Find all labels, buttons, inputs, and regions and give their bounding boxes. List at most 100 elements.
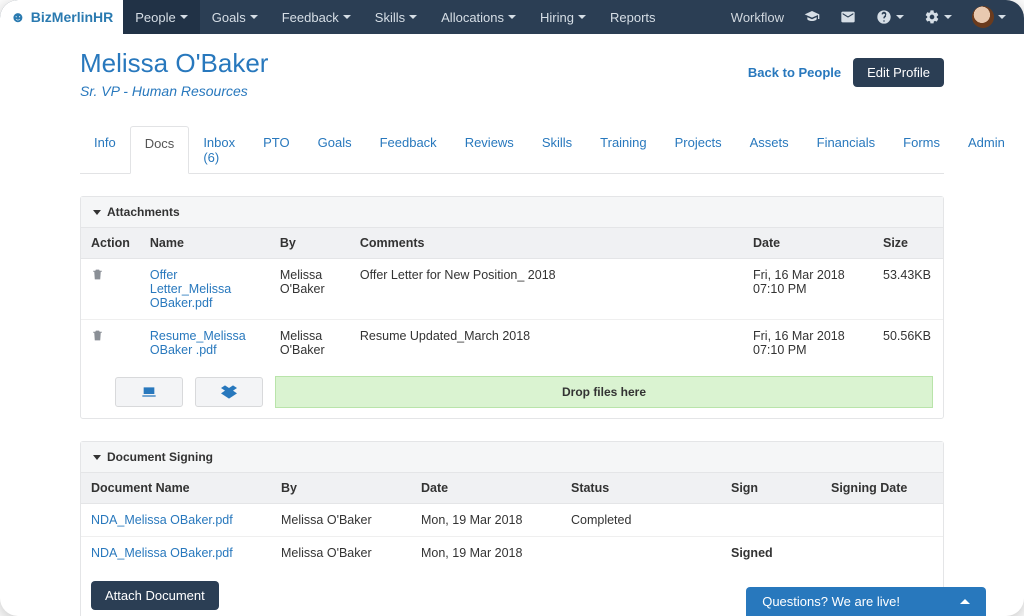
- tab-docs[interactable]: Docs: [130, 126, 190, 174]
- chevron-down-icon: [508, 15, 516, 19]
- tab-projects[interactable]: Projects: [661, 126, 736, 174]
- person-name: Melissa O'Baker: [80, 48, 268, 79]
- chevron-down-icon: [998, 15, 1006, 19]
- gear-icon[interactable]: [914, 0, 962, 34]
- laptop-icon: [138, 384, 160, 400]
- chevron-down-icon: [896, 15, 904, 19]
- brand-icon: ☻: [10, 9, 26, 26]
- user-avatar[interactable]: [962, 0, 1016, 34]
- th-date: Date: [411, 473, 561, 504]
- top-navbar: ☻ BizMerlinHR People Goals Feedback Skil…: [0, 0, 1024, 34]
- upload-computer-button[interactable]: [115, 377, 183, 407]
- th-name: Name: [140, 228, 270, 259]
- attach-document-button[interactable]: Attach Document: [91, 581, 219, 610]
- nav-workflow[interactable]: Workflow: [721, 0, 794, 34]
- cell-signing-date: [821, 537, 943, 570]
- mail-icon[interactable]: [830, 0, 866, 34]
- th-by: By: [270, 228, 350, 259]
- tab-goals[interactable]: Goals: [304, 126, 366, 174]
- cell-by: Melissa O'Baker: [271, 504, 411, 537]
- file-link[interactable]: NDA_Melissa OBaker.pdf: [91, 546, 233, 560]
- tab-skills[interactable]: Skills: [528, 126, 586, 174]
- tab-assets[interactable]: Assets: [736, 126, 803, 174]
- tab-inbox[interactable]: Inbox (6): [189, 126, 249, 174]
- file-link[interactable]: Offer Letter_Melissa OBaker.pdf: [150, 268, 231, 310]
- th-comments: Comments: [350, 228, 743, 259]
- trash-icon[interactable]: [91, 331, 104, 345]
- cell-date: Mon, 19 Mar 2018: [411, 504, 561, 537]
- tab-financials[interactable]: Financials: [803, 126, 890, 174]
- tab-admin[interactable]: Admin: [954, 126, 1019, 174]
- nav-left: People Goals Feedback Skills Allocations…: [123, 0, 667, 34]
- attachments-panel: Attachments Action Name By Comments Date…: [80, 196, 944, 419]
- nav-allocations[interactable]: Allocations: [429, 0, 528, 34]
- content-area: Melissa O'Baker Sr. VP - Human Resources…: [0, 34, 1024, 616]
- file-link[interactable]: Resume_Melissa OBaker .pdf: [150, 329, 246, 357]
- th-signing-date: Signing Date: [821, 473, 943, 504]
- nav-reports[interactable]: Reports: [598, 0, 668, 34]
- avatar-image: [972, 6, 994, 28]
- attachments-title: Attachments: [107, 205, 180, 219]
- person-title: Sr. VP - Human Resources: [80, 83, 268, 99]
- th-by: By: [271, 473, 411, 504]
- chevron-down-icon: [343, 15, 351, 19]
- brand-text: BizMerlinHR: [31, 9, 113, 25]
- tab-pto[interactable]: PTO: [249, 126, 304, 174]
- table-row: Resume_Melissa OBaker .pdf Melissa O'Bak…: [81, 320, 943, 367]
- th-size: Size: [873, 228, 943, 259]
- chevron-up-icon: [960, 599, 970, 604]
- cell-signing-date: [821, 504, 943, 537]
- cell-date: Mon, 19 Mar 2018: [411, 537, 561, 570]
- edit-profile-button[interactable]: Edit Profile: [853, 58, 944, 87]
- dropzone[interactable]: Drop files here: [275, 376, 933, 408]
- nav-skills[interactable]: Skills: [363, 0, 429, 34]
- chevron-down-icon: [944, 15, 952, 19]
- cell-status: [561, 537, 721, 570]
- table-row: Offer Letter_Melissa OBaker.pdf Melissa …: [81, 259, 943, 320]
- cell-by: Melissa O'Baker: [270, 320, 350, 367]
- cell-date: Fri, 16 Mar 2018 07:10 PM: [743, 259, 873, 320]
- trash-icon[interactable]: [91, 270, 104, 284]
- th-sign: Sign: [721, 473, 821, 504]
- nav-feedback[interactable]: Feedback: [270, 0, 363, 34]
- signing-table: Document Name By Date Status Sign Signin…: [81, 472, 943, 569]
- chevron-down-icon: [409, 15, 417, 19]
- upload-dropbox-button[interactable]: [195, 377, 263, 407]
- cell-sign: Signed: [721, 537, 821, 570]
- th-docname: Document Name: [81, 473, 271, 504]
- chat-widget[interactable]: Questions? We are live!: [746, 587, 986, 616]
- nav-people[interactable]: People: [123, 0, 199, 34]
- attachments-header[interactable]: Attachments: [81, 197, 943, 227]
- nav-hiring[interactable]: Hiring: [528, 0, 598, 34]
- nav-goals[interactable]: Goals: [200, 0, 270, 34]
- help-icon[interactable]: [866, 0, 914, 34]
- dropbox-icon: [218, 384, 240, 400]
- cell-date: Fri, 16 Mar 2018 07:10 PM: [743, 320, 873, 367]
- chevron-down-icon: [578, 15, 586, 19]
- cell-by: Melissa O'Baker: [270, 259, 350, 320]
- grad-cap-icon[interactable]: [794, 0, 830, 34]
- cell-status: Completed: [561, 504, 721, 537]
- tab-forms[interactable]: Forms: [889, 126, 954, 174]
- chevron-down-icon: [180, 15, 188, 19]
- profile-tabs: Info Docs Inbox (6) PTO Goals Feedback R…: [80, 125, 944, 174]
- tab-training[interactable]: Training: [586, 126, 660, 174]
- chevron-down-icon: [250, 15, 258, 19]
- tab-info[interactable]: Info: [80, 126, 130, 174]
- tab-reviews[interactable]: Reviews: [451, 126, 528, 174]
- chevron-down-icon: [93, 210, 101, 215]
- th-action: Action: [81, 228, 140, 259]
- back-to-people-link[interactable]: Back to People: [748, 65, 841, 80]
- brand-logo[interactable]: ☻ BizMerlinHR: [0, 0, 123, 34]
- th-date: Date: [743, 228, 873, 259]
- upload-row: Drop files here: [81, 366, 943, 418]
- table-row: NDA_Melissa OBaker.pdf Melissa O'Baker M…: [81, 537, 943, 570]
- file-link[interactable]: NDA_Melissa OBaker.pdf: [91, 513, 233, 527]
- cell-comments: Offer Letter for New Position_ 2018: [350, 259, 743, 320]
- cell-sign: [721, 504, 821, 537]
- tab-feedback[interactable]: Feedback: [366, 126, 451, 174]
- nav-right: Workflow: [721, 0, 1016, 34]
- cell-by: Melissa O'Baker: [271, 537, 411, 570]
- cell-size: 50.56KB: [873, 320, 943, 367]
- signing-header[interactable]: Document Signing: [81, 442, 943, 472]
